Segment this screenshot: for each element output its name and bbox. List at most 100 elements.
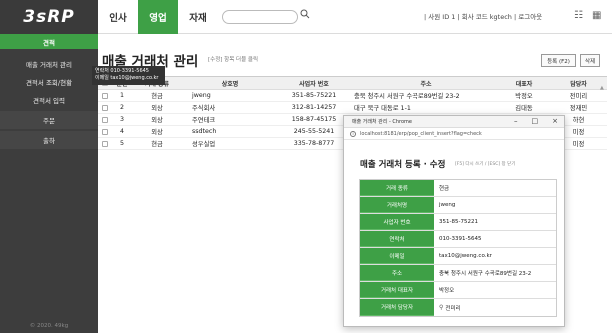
sidebar-item-quote-status[interactable]: 견적서 조회/현황 xyxy=(0,73,98,91)
cell-type: 현금 xyxy=(151,93,163,100)
cell-type: 외상 xyxy=(151,117,163,124)
cell-no: 5 xyxy=(119,140,124,147)
sidebar-item-sales-client[interactable]: 매출 거래처 관리 xyxy=(0,55,98,73)
cell-address: 충북 청주시 서원구 수곡로89번길 23-2 xyxy=(354,93,460,100)
delete-button[interactable]: 삭제 xyxy=(580,54,600,67)
form-row: 사업자 번호 351-85-75221 xyxy=(360,214,556,231)
nav-hr[interactable]: 인사 xyxy=(98,0,138,34)
form-row: 거래 종류 현금 xyxy=(360,180,556,197)
field-label: 이메일 xyxy=(360,248,434,264)
building-icon[interactable]: ▦ xyxy=(592,10,601,21)
maximize-icon[interactable]: □ xyxy=(532,117,539,125)
user-info: | 사원 ID 1 | 회사 코드 kgtech | 로그아웃 xyxy=(424,13,543,21)
cell-type: 현금 xyxy=(151,141,163,148)
client-form: 거래 종류 현금 거래처명 jweng 사업자 번호 351-85-75221 … xyxy=(359,179,557,317)
manager-value: 전미리 xyxy=(445,305,461,312)
contact-tooltip: 연락처 010-3391-5645 이메일 tax10@jweng.co.kr xyxy=(92,66,165,85)
nav-sales[interactable]: 영업 xyxy=(138,0,178,34)
scroll-up-arrow-icon[interactable]: ▲ xyxy=(600,85,604,91)
popup-window-title: 매출 거래처 관리 - Chrome xyxy=(352,119,412,125)
cell-type: 외상 xyxy=(151,105,163,112)
col-header-manager[interactable]: 담당자 xyxy=(550,79,607,88)
col-header-name[interactable]: 상호명 xyxy=(182,79,278,88)
cell-ceo: 김대동 xyxy=(515,105,533,112)
field-label: 주소 xyxy=(360,265,434,281)
field-label: 거래처 대표자 xyxy=(360,282,434,298)
cell-type: 외상 xyxy=(151,129,163,136)
client-name-field[interactable]: jweng xyxy=(434,197,556,213)
row-checkbox[interactable] xyxy=(98,92,112,99)
top-icons: ☷ ▦ xyxy=(574,10,610,21)
row-checkbox[interactable] xyxy=(98,140,112,147)
page-hint: [수정] 항목 더블 클릭 xyxy=(208,57,259,63)
manager-field[interactable]: ⚲ 전미리 xyxy=(434,299,556,316)
form-row: 연락처 010-3391-5645 xyxy=(360,231,556,248)
close-icon[interactable]: × xyxy=(552,117,558,125)
cell-no: 3 xyxy=(119,116,124,123)
tooltip-phone: 연락처 010-3391-5645 xyxy=(95,68,149,74)
client-edit-popup: 매출 거래처 관리 - Chrome – □ × i localhost:8181/… xyxy=(343,115,565,327)
cell-biz-no: 312-81-14257 xyxy=(291,104,337,111)
field-label: 사업자 번호 xyxy=(360,214,434,230)
popup-url: localhost:8181/erp/pop_client_insert?fla… xyxy=(360,130,482,137)
form-row: 주소 충북 청주시 서원구 수곡로89번길 23-2 xyxy=(360,265,556,282)
sidebar-item-order[interactable]: 주문 xyxy=(0,111,98,129)
ceo-field[interactable]: 박정오 xyxy=(434,282,556,298)
top-nav: 인사 영업 자재 xyxy=(98,0,218,34)
field-label: 거래처 담당자 xyxy=(360,299,434,316)
address-field[interactable]: 충북 청주시 서원구 수곡로89번길 23-2 xyxy=(434,265,556,281)
field-label: 거래처명 xyxy=(360,197,434,213)
sidebar-item-quote[interactable]: 견적 xyxy=(0,34,98,49)
col-header-ceo[interactable]: 대표자 xyxy=(498,79,550,88)
search-input[interactable] xyxy=(222,10,298,24)
cell-name: ssdtech xyxy=(192,128,217,135)
cell-ceo: 박정오 xyxy=(515,93,533,100)
popup-hint: [F5] 다시 쓰기 / [ESC] 창 닫기 xyxy=(455,162,516,167)
form-row: 이메일 tax10@jweng.co.kr xyxy=(360,248,556,265)
search-icon[interactable]: ⚲ xyxy=(439,304,443,311)
register-button[interactable]: 등록 (F2) xyxy=(541,54,576,67)
table-row[interactable]: 2 외상 주식회사 312-81-14257 대구 북구 대동로 1-1 김대동… xyxy=(98,102,607,114)
trade-type-field[interactable]: 현금 xyxy=(434,180,556,196)
nav-material[interactable]: 자재 xyxy=(178,0,218,34)
top-bar: 3sRP 인사 영업 자재 | 사원 ID 1 | 회사 코드 kgtech |… xyxy=(0,0,612,34)
col-header-biz-no[interactable]: 사업자 번호 xyxy=(278,79,350,88)
cell-biz-no: 335-78-8777 xyxy=(293,140,335,147)
cell-name: 주식회사 xyxy=(192,105,216,112)
sidebar: 견적 매출 거래처 관리 견적서 조회/현황 견적서 입력 주문 출하 © 20… xyxy=(0,34,98,333)
table-header: 순번 거래 종류 상호명 사업자 번호 주소 대표자 담당자 xyxy=(98,76,607,90)
minimize-icon[interactable]: – xyxy=(514,117,518,125)
app-logo[interactable]: 3sRP xyxy=(0,0,98,34)
info-icon[interactable]: i xyxy=(350,130,356,137)
cell-no: 1 xyxy=(119,92,124,99)
cell-address: 대구 북구 대동로 1-1 xyxy=(354,105,411,112)
row-checkbox[interactable] xyxy=(98,116,112,123)
popup-titlebar[interactable]: 매출 거래처 관리 - Chrome – □ × xyxy=(344,116,564,128)
erp-app: 3sRP 인사 영업 자재 | 사원 ID 1 | 회사 코드 kgtech |… xyxy=(0,0,612,333)
cell-manager: 정재민 xyxy=(569,105,588,112)
row-checkbox[interactable] xyxy=(98,128,112,135)
cell-biz-no: 351-85-75221 xyxy=(291,92,337,99)
cell-name: jweng xyxy=(192,92,211,99)
copyright: © 2020. 49kg xyxy=(29,323,69,329)
form-row: 거래처 대표자 박정오 xyxy=(360,282,556,299)
cell-biz-no: 245-55-5241 xyxy=(293,128,335,135)
sidebar-item-quote-input[interactable]: 견적서 입력 xyxy=(0,91,98,109)
form-row: 거래처 담당자 ⚲ 전미리 xyxy=(360,299,556,316)
table-row[interactable]: 1 현금 jweng 351-85-75221 충북 청주시 서원구 수곡로89… xyxy=(98,90,607,102)
org-chart-icon[interactable]: ☷ xyxy=(574,10,583,21)
field-label: 거래 종류 xyxy=(360,180,434,196)
window-controls: – □ × xyxy=(500,117,558,125)
biz-no-field[interactable]: 351-85-75221 xyxy=(434,214,556,230)
search-icon[interactable] xyxy=(300,9,314,23)
sidebar-item-shipment[interactable]: 출하 xyxy=(0,131,98,149)
row-checkbox[interactable] xyxy=(98,104,112,111)
phone-field[interactable]: 010-3391-5645 xyxy=(434,231,556,247)
tooltip-email: 이메일 tax10@jweng.co.kr xyxy=(95,75,159,81)
col-header-address[interactable]: 주소 xyxy=(350,79,498,88)
email-field[interactable]: tax10@jweng.co.kr xyxy=(434,248,556,264)
form-row: 거래처명 jweng xyxy=(360,197,556,214)
cell-manager: 전미리 xyxy=(569,93,588,100)
popup-address-bar[interactable]: i localhost:8181/erp/pop_client_insert?f… xyxy=(344,128,564,140)
cell-no: 4 xyxy=(119,128,124,135)
